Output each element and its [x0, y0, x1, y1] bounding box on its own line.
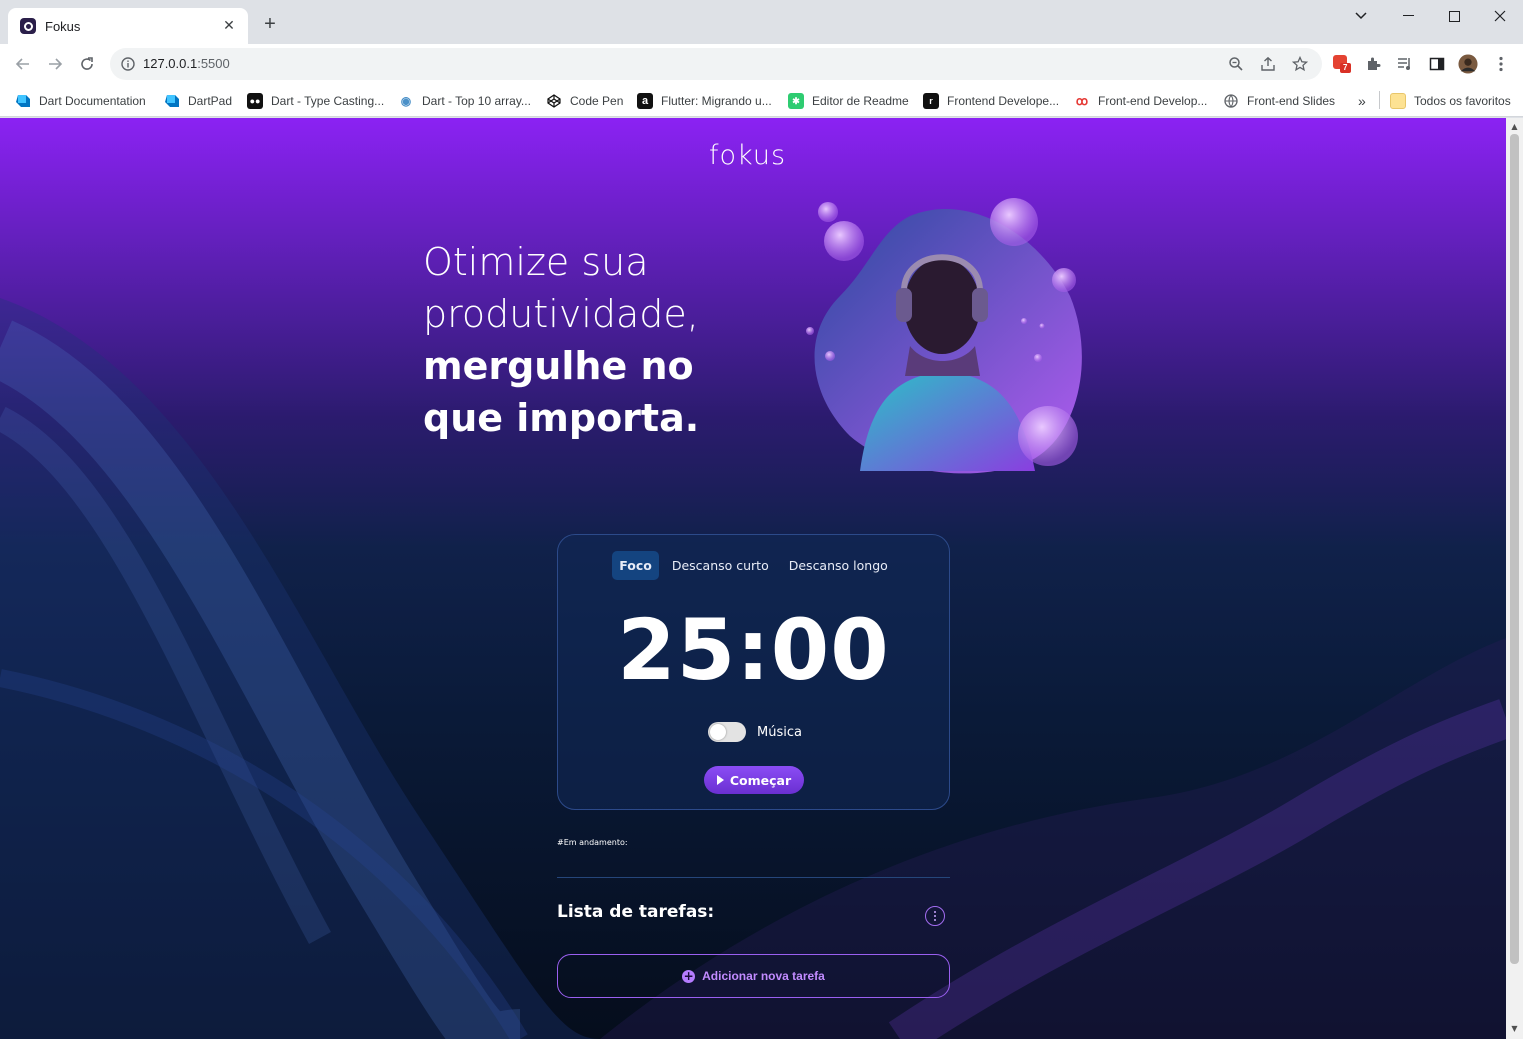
bookmark-label: DartPad — [188, 94, 233, 108]
start-label: Começar — [729, 772, 792, 788]
site-info-icon[interactable] — [120, 56, 136, 72]
reload-icon[interactable] — [75, 52, 99, 76]
extension-badge: 7 — [1343, 63, 1348, 72]
bookmark-label: Flutter: Migrando u... — [661, 94, 772, 108]
dartpad-icon — [164, 93, 180, 109]
eye-icon: ◉ — [400, 94, 412, 108]
readme-icon: ✱ — [788, 93, 804, 109]
maximize-icon[interactable] — [1439, 4, 1469, 28]
bookmark-dart-documentation[interactable]: Dart Documentation — [15, 91, 146, 111]
forward-arrow-icon[interactable] — [43, 52, 67, 76]
scroll-down-arrow-icon[interactable]: ▼ — [1510, 1024, 1519, 1033]
alura-icon: a — [637, 93, 653, 109]
section-divider — [557, 877, 950, 878]
bookmark-label: Dart - Top 10 array... — [422, 94, 531, 108]
bookmark-front-end-develop[interactable]: ꝏ Front-end Develop... — [1074, 91, 1208, 111]
tab-strip: Fokus ✕ + — [0, 0, 1523, 44]
folder-icon — [1390, 93, 1406, 109]
tab-descanso-longo[interactable]: Descanso longo — [782, 551, 895, 580]
profile-avatar[interactable] — [1458, 54, 1478, 74]
tab-title: Fokus — [45, 18, 81, 34]
page-viewport: fokus Otimize sua produtividade, mergulh… — [0, 118, 1506, 1039]
fokus-logo: fokus — [709, 140, 787, 171]
page-scrollbar[interactable]: ▲ ▼ — [1506, 118, 1523, 1039]
toggle-knob — [710, 724, 726, 740]
bookmarks-bar: Dart Documentation DartPad ●● Dart - Typ… — [0, 84, 1523, 117]
bookmark-front-end-slides[interactable]: Front-end Slides — [1223, 91, 1335, 111]
bookmarks-divider — [1379, 91, 1380, 109]
add-task-label: Adicionar nova tarefa — [702, 969, 825, 983]
browser-tab[interactable]: Fokus ✕ — [8, 8, 248, 44]
timer-card: Foco Descanso curto Descanso longo 25:00… — [557, 534, 950, 810]
bookmark-label: Dart - Type Casting... — [271, 94, 385, 108]
tab-foco[interactable]: Foco — [612, 551, 659, 580]
url-host: 127.0.0.1 — [143, 56, 198, 71]
codepen-icon — [546, 93, 562, 109]
play-icon — [716, 775, 724, 785]
medium-icon: ●● — [247, 93, 263, 109]
browser-menu-dots-icon[interactable] — [1491, 54, 1511, 74]
extension-todoist-icon[interactable]: 7 — [1332, 54, 1352, 74]
browser-toolbar: 127.0.0.1:5500 7 — [0, 44, 1523, 84]
media-queue-icon[interactable] — [1395, 54, 1415, 74]
bookmark-label: Frontend Develope... — [947, 94, 1060, 108]
music-toggle-row: Música — [708, 722, 802, 742]
close-tab-icon[interactable]: ✕ — [220, 18, 238, 34]
tasks-title: Lista de tarefas: — [557, 902, 715, 922]
mode-tabs: Foco Descanso curto Descanso longo — [558, 551, 949, 580]
minimize-icon[interactable] — [1393, 4, 1423, 28]
bookmark-editor-de-readme[interactable]: ✱ Editor de Readme — [788, 91, 909, 111]
timer-display: 25:00 — [617, 601, 890, 699]
globe-icon — [1223, 93, 1239, 109]
bookmark-label: Todos os favoritos — [1414, 94, 1511, 108]
tab-search-chevron-icon[interactable] — [1346, 4, 1376, 28]
roadmap-icon: r — [923, 93, 939, 109]
frontend-icon: ꝏ — [1075, 94, 1089, 108]
in-progress-label: #Em andamento: — [557, 838, 628, 847]
bookmark-label: Dart Documentation — [39, 94, 146, 108]
bookmark-flutter-migrando[interactable]: a Flutter: Migrando u... — [637, 91, 772, 111]
bookmark-label: Code Pen — [570, 94, 624, 108]
tab-descanso-curto[interactable]: Descanso curto — [665, 551, 776, 580]
bookmark-label: Front-end Slides — [1247, 94, 1336, 108]
fokus-favicon-icon — [20, 18, 36, 34]
bookmark-frontend-developer[interactable]: r Frontend Develope... — [923, 91, 1059, 111]
bookmark-code-pen[interactable]: Code Pen — [546, 91, 623, 111]
new-tab-plus-icon[interactable]: + — [260, 14, 280, 34]
hero-heading: Otimize sua produtividade, mergulhe no q… — [423, 236, 783, 444]
hero-line-1: Otimize sua — [423, 240, 649, 284]
music-toggle[interactable] — [708, 722, 746, 742]
side-panel-icon[interactable] — [1427, 54, 1447, 74]
dart-icon — [15, 93, 31, 109]
hero-line-3: mergulhe no — [423, 344, 694, 388]
url-text: 127.0.0.1:5500 — [143, 56, 230, 71]
hero-line-4: que importa. — [423, 396, 700, 440]
music-label: Música — [757, 724, 802, 740]
extensions-puzzle-icon[interactable] — [1363, 54, 1383, 74]
bookmark-all-favorites[interactable]: Todos os favoritos — [1390, 91, 1511, 111]
bookmark-label: Front-end Develop... — [1098, 94, 1208, 108]
add-task-button[interactable]: + Adicionar nova tarefa — [557, 954, 950, 998]
bookmarks-overflow-chevron-icon[interactable]: » — [1358, 91, 1366, 111]
hero-line-2: produtividade, — [423, 292, 699, 336]
bookmark-dart-type-casting[interactable]: ●● Dart - Type Casting... — [247, 91, 384, 111]
start-button[interactable]: Começar — [704, 766, 804, 794]
plus-circle-icon: + — [682, 968, 696, 983]
bookmark-dart-top-10-array[interactable]: ◉ Dart - Top 10 array... — [398, 91, 531, 111]
bookmark-star-icon[interactable] — [1291, 55, 1309, 73]
hero-illustration — [806, 198, 1082, 474]
back-arrow-icon[interactable] — [11, 52, 35, 76]
address-bar[interactable]: 127.0.0.1:5500 — [110, 48, 1322, 80]
share-icon[interactable] — [1259, 55, 1277, 73]
task-options-kebab-icon[interactable] — [925, 906, 945, 926]
close-window-icon[interactable] — [1485, 4, 1515, 28]
bookmark-label: Editor de Readme — [812, 94, 909, 108]
zoom-icon[interactable] — [1227, 55, 1245, 73]
scrollbar-thumb[interactable] — [1510, 134, 1519, 964]
url-port: :5500 — [197, 56, 230, 71]
scroll-up-arrow-icon[interactable]: ▲ — [1510, 122, 1519, 131]
bookmark-dartpad[interactable]: DartPad — [164, 91, 232, 111]
